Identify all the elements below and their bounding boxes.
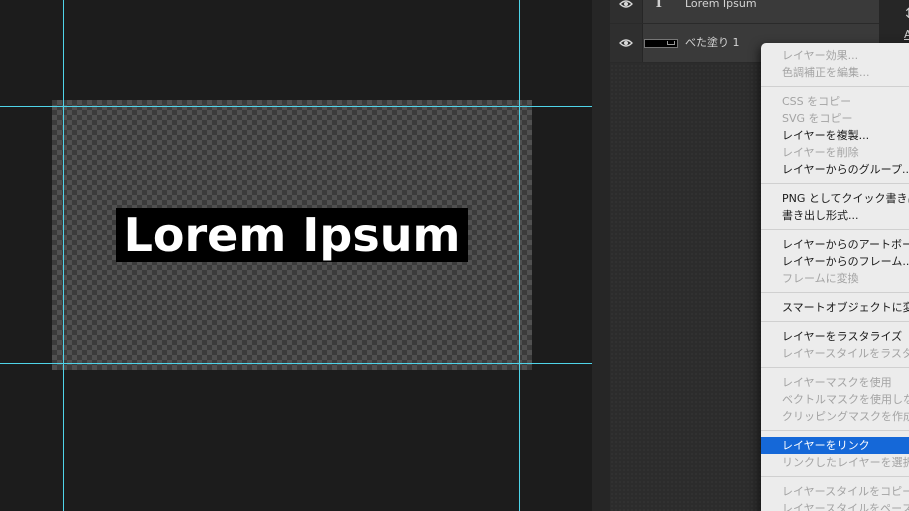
panel-gutter [592, 0, 610, 511]
vertical-guide-right[interactable] [519, 0, 520, 511]
layer-name: べた塗り 1 [685, 36, 740, 49]
menu-separator [761, 183, 909, 184]
menu-separator [761, 321, 909, 322]
fill-layer-thumbnail [644, 39, 678, 48]
menu-group: CSS をコピー SVG をコピーレイヤーを複製... レイヤーを削除レイヤーからの… [761, 89, 909, 181]
menu-item[interactable]: レイヤーからのアートボード... [761, 236, 909, 253]
menu-group: レイヤースタイルをコピーレイヤースタイルをペースト [761, 479, 909, 511]
menu-group: スマートオブジェクトに変換 [761, 295, 909, 319]
menu-separator [761, 476, 909, 477]
menu-item: 色調補正を編集... [782, 66, 870, 79]
menu-item[interactable]: レイヤーを複製... [761, 127, 909, 144]
menu-item[interactable]: 書き出し形式... [761, 207, 909, 224]
document-canvas[interactable]: Lorem Ipsum [0, 0, 592, 511]
menu-item: レイヤースタイルをラスタライズ [782, 347, 909, 360]
horizontal-guide-bottom[interactable] [0, 363, 592, 364]
menu-separator [761, 430, 909, 431]
menu-item[interactable]: PNG としてクイック書き出し [761, 190, 909, 207]
menu-group: レイヤーをラスタライズレイヤースタイルをラスタライズ [761, 324, 909, 365]
menu-group: レイヤー効果... 色調補正を編集... [761, 43, 909, 84]
vertical-guide-left[interactable] [63, 0, 64, 511]
horizontal-guide-top[interactable] [0, 106, 592, 107]
menu-item: CSS をコピー [782, 95, 852, 108]
menu-group: レイヤーをリンクリンクしたレイヤーを選択 [761, 433, 909, 474]
menu-separator [761, 86, 909, 87]
menu-separator [761, 292, 909, 293]
canvas-text-layer[interactable]: Lorem Ipsum [116, 208, 468, 262]
context-menu: レイヤー効果... 色調補正を編集... CSS をコピー SVG をコピー レイヤーを… [761, 43, 909, 511]
menu-item: リンクしたレイヤーを選択 [782, 456, 909, 469]
menu-group: レイヤーからのアートボード...レイヤーからのフレーム... フレームに変換 [761, 232, 909, 290]
character-letter[interactable]: A [904, 28, 909, 41]
menu-group: PNG としてクイック書き出し書き出し形式... [761, 186, 909, 227]
menu-separator [761, 367, 909, 368]
menu-item: SVG をコピー [782, 112, 853, 125]
menu-separator [761, 229, 909, 230]
menu-group: レイヤーマスクを使用ベクトルマスクを使用しないクリッピングマスクを作成 [761, 370, 909, 428]
eye-icon [619, 0, 633, 8]
menu-item: フレームに変換 [782, 272, 859, 285]
visibility-toggle[interactable] [610, 0, 643, 23]
menu-item[interactable]: レイヤーをラスタライズ [761, 328, 909, 345]
move-vertical-arrow-icon[interactable]: ↕ [903, 6, 909, 22]
menu-item: レイヤースタイルをコピー [782, 485, 909, 498]
menu-item[interactable]: スマートオブジェクトに変換 [761, 299, 909, 316]
text-layer-icon: T [654, 0, 664, 11]
eye-icon [619, 39, 633, 47]
menu-item: レイヤーマスクを使用 [782, 376, 892, 389]
menu-item: レイヤースタイルをペースト [782, 502, 909, 511]
menu-item: クリッピングマスクを作成 [782, 410, 909, 423]
menu-item: ベクトルマスクを使用しない [782, 393, 909, 406]
menu-item: レイヤーを削除 [782, 146, 859, 159]
app-window: Lorem Ipsum T Lorem Ipsum べた塗り 1 ↕ A レイヤ… [0, 0, 909, 511]
menu-item: レイヤー効果... [782, 49, 859, 62]
menu-item[interactable]: レイヤーからのフレーム... [761, 253, 909, 270]
visibility-toggle[interactable] [610, 24, 643, 62]
layer-name: Lorem Ipsum [685, 0, 757, 10]
menu-item[interactable]: レイヤーからのグループ... [761, 161, 909, 178]
menu-item[interactable]: レイヤーをリンク [761, 437, 909, 454]
layer-row-text[interactable]: T Lorem Ipsum [610, 0, 879, 24]
